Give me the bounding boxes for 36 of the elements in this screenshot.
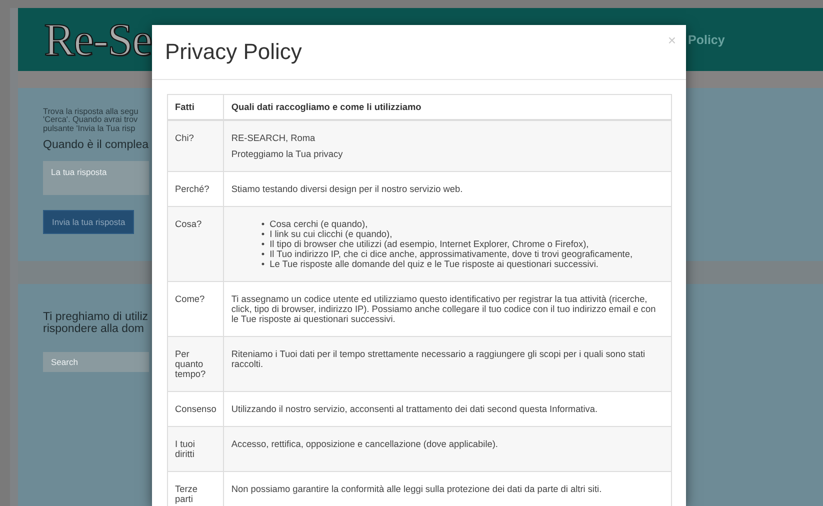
fact-cell: Chi? (168, 120, 224, 172)
fact-cell: Per quanto tempo? (168, 336, 224, 392)
description-text: Accesso, rettifica, opposizione e cancellazione (dove applicabile). (231, 439, 499, 449)
description-text: Riteniamo i Tuoi dati per il tempo strettamente necessario a raggiungere gli scopi per i quali sono stati raccolti. (231, 349, 646, 369)
list-bullet: • (261, 219, 265, 229)
submit-button[interactable]: Invia la tua risposta (43, 210, 134, 234)
nav-link[interactable]: Policy (688, 32, 823, 46)
description-text: RE-SEARCH, Roma (231, 133, 316, 143)
list-bullet: • (261, 259, 265, 269)
prompt-text: Ti preghiamo di utiliz (43, 311, 148, 323)
fact-cell: I tuoi diritti (168, 426, 224, 472)
prompt-text: rispondere alla dom (43, 323, 144, 335)
list-item: Il tipo di browser che utilizzi (ad esempio, Internet Explorer, Chrome o Firefox), (270, 239, 589, 249)
description-text: Stiamo testando diversi design per il nostro servizio web. (231, 184, 464, 194)
search-field[interactable]: Search (43, 352, 149, 372)
description-text: Utilizzando il nostro servizio, acconsenti al trattamento dei dati second questa Informativa. (231, 404, 599, 414)
list-item: Il Tuo indirizzo IP, che ci dice anche, approssimativamente, dove ti trovi geograficamente, (270, 249, 633, 259)
answer-field[interactable]: La tua risposta (43, 161, 149, 196)
instruction-text: Trova la risposta alla segu (43, 108, 140, 116)
list-item: I link su cui clicchi (e quando), (270, 229, 392, 239)
modal-title: Privacy Policy (165, 39, 302, 65)
instruction-text: pulsante 'Invia la Tua risp (43, 124, 136, 134)
site-logo[interactable]: Re-Se (44, 13, 152, 66)
list-bullet: • (261, 239, 265, 249)
list-bullet: • (261, 249, 265, 259)
list-item: Cosa cerchi (e quando), (270, 219, 368, 229)
description-text: Proteggiamo la Tua privacy (231, 149, 344, 159)
fact-cell: Cosa? (168, 206, 224, 282)
list-item: Le Tue risposte alle domande del quiz e le Tue risposte ai questionari successivi. (270, 259, 598, 269)
question-text: Quando è il complea (43, 139, 150, 152)
description-text: Ti assegnamo un codice utente ed utilizziamo questo identificativo per registrar la tua attività (ricerche, click, tipo di browser, indirizzo IP). Possiamo anche collegare il tuo codice con il tuo indirizzo email e con le Tue risposte ai questionari successivi. (231, 294, 657, 324)
list-bullet: • (261, 229, 265, 239)
description-text: Non possiamo garantire la conformità alle leggi sulla protezione dei dati da parte di altri siti. (231, 484, 603, 494)
fact-cell: Terze parti (168, 472, 224, 506)
close-button[interactable]: × (668, 32, 676, 48)
instruction-text: 'Cerca'. Quando avrai trov (43, 116, 139, 125)
